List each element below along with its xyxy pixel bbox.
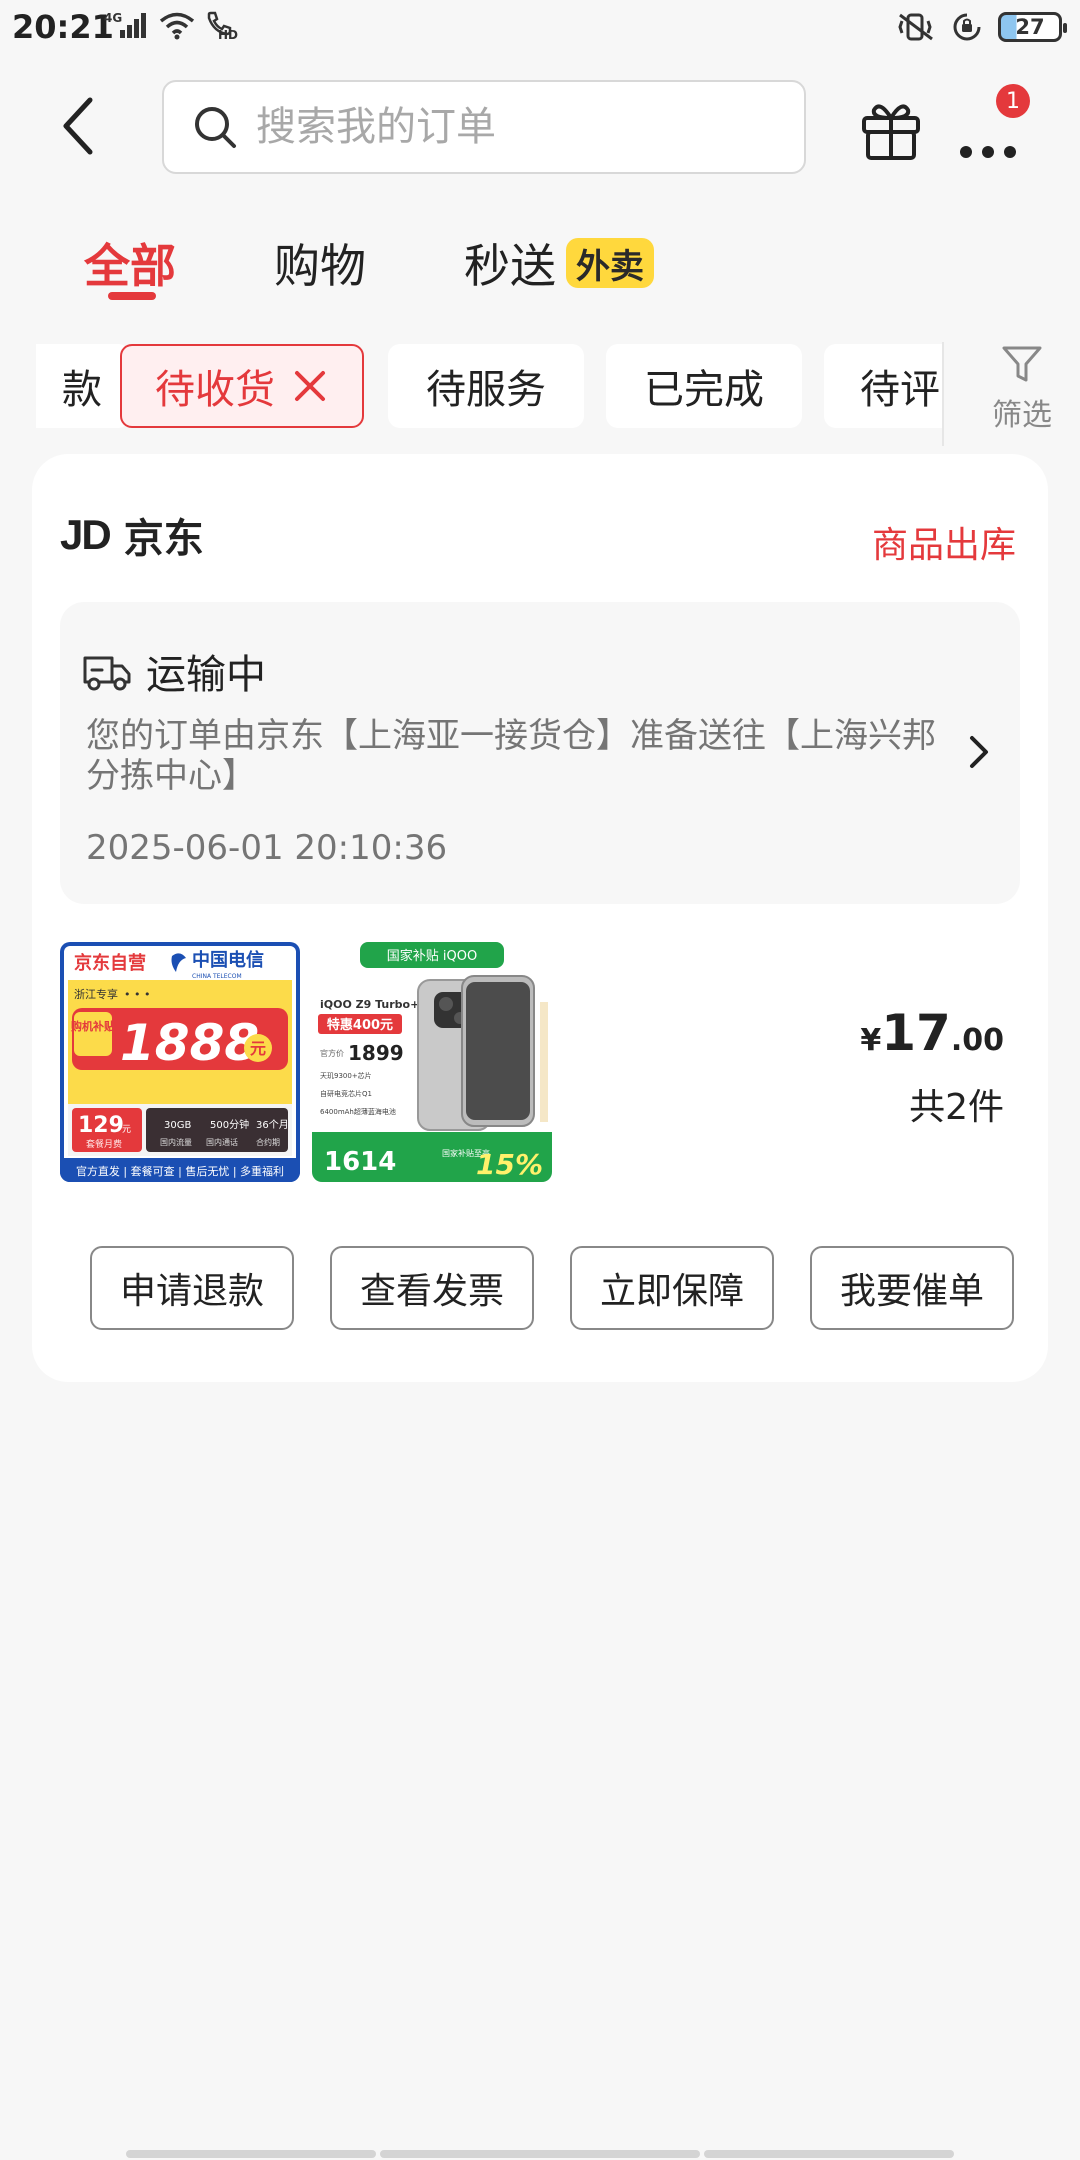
- brand-label: 京东自营: [74, 952, 146, 974]
- data-label: 30GB: [164, 1120, 191, 1131]
- top-bar: [0, 76, 1080, 176]
- filter-chip-label: 款: [62, 367, 102, 413]
- close-icon[interactable]: [291, 367, 329, 405]
- gift-icon: [862, 104, 920, 160]
- home-indicator: [126, 2150, 376, 2158]
- logistics-title: 运输中: [146, 652, 266, 698]
- battery-level: 27: [1015, 15, 1045, 39]
- wifi-icon: [159, 12, 195, 40]
- tab-express[interactable]: 秒送: [464, 230, 556, 296]
- iqoo-top-banner: 国家补贴 iQOO: [387, 948, 477, 964]
- urge-order-button[interactable]: 我要催单: [810, 1246, 1014, 1330]
- home-indicator: [704, 2150, 954, 2158]
- tab-shopping[interactable]: 购物: [274, 230, 366, 296]
- filter-chip-completed[interactable]: 已完成: [606, 344, 802, 428]
- order-card[interactable]: JD 京东 商品出库 运输中 您的订单由京东【上海亚一接货仓】准备送往【上海兴邦…: [32, 454, 1048, 1382]
- telecom-footer: 官方直发 | 套餐可查 | 售后无忧 | 多重福利: [76, 1164, 284, 1178]
- svg-text:• • •: • • •: [124, 988, 150, 1001]
- subsidy-label: 购机补贴: [71, 1019, 115, 1033]
- logistics-panel[interactable]: 运输中 您的订单由京东【上海亚一接货仓】准备送往【上海兴邦分拣中心】 2025-…: [60, 602, 1020, 904]
- data-note: 国内流量: [160, 1137, 192, 1147]
- store-name[interactable]: JD 京东: [60, 506, 204, 564]
- product-image-telecom[interactable]: 京东自营 中国电信 CHINA TELECOM 浙江专享 • • • 购机补贴 …: [60, 942, 300, 1182]
- contract-label: 36个月: [256, 1119, 289, 1131]
- subsidy-amount: 1888: [120, 1014, 259, 1072]
- search-box[interactable]: [162, 80, 806, 174]
- request-refund-button[interactable]: 申请退款: [90, 1246, 294, 1330]
- home-indicator: [380, 2150, 700, 2158]
- fee-note: 套餐月费: [86, 1138, 122, 1150]
- price-integer: 17: [881, 1004, 951, 1062]
- iqoo-spec-2: 自研电竞芯片Q1: [320, 1089, 372, 1098]
- carrier-name-en: CHINA TELECOM: [192, 973, 242, 980]
- telecom-product-graphic: 京东自营 中国电信 CHINA TELECOM 浙江专享 • • • 购机补贴 …: [60, 942, 300, 1182]
- network-type-label: 4G: [104, 11, 122, 25]
- rotation-lock-icon: [953, 13, 981, 41]
- iqoo-spec-1: 天玑9300+芯片: [320, 1071, 372, 1080]
- order-price: ¥ 17 .00: [860, 1004, 1004, 1062]
- region-label: 浙江专享: [74, 987, 118, 1001]
- notification-badge: 1: [996, 84, 1030, 118]
- back-button[interactable]: [52, 94, 112, 158]
- iqoo-original-price-label: 官方价: [320, 1048, 344, 1058]
- filter-chip-to-service[interactable]: 待服务: [388, 344, 584, 428]
- filter-chip-to-review[interactable]: 待评: [824, 344, 944, 428]
- search-icon: [195, 107, 236, 148]
- iqoo-spec-3: 6400mAh超薄蓝海电池: [320, 1107, 396, 1116]
- order-status: 商品出库: [871, 525, 1016, 566]
- filter-chip-to-receive[interactable]: 待收货: [120, 344, 364, 428]
- minutes-note: 国内通话: [206, 1137, 238, 1147]
- filter-funnel-icon: [1002, 346, 1042, 382]
- iqoo-final-price: 1614: [324, 1147, 396, 1177]
- monthly-fee-unit: 元: [122, 1125, 131, 1135]
- store-name-label: 京东: [123, 516, 204, 562]
- logistics-time: 2025-06-01 20:10:36: [86, 828, 448, 868]
- protection-button[interactable]: 立即保障: [570, 1246, 774, 1330]
- delivery-truck-icon: [83, 656, 131, 691]
- subsidy-unit: 元: [250, 1039, 266, 1058]
- filter-chip-label: 待服务: [426, 367, 546, 413]
- price-decimal: .00: [950, 1023, 1004, 1058]
- battery-icon: 27: [998, 12, 1067, 42]
- tab-all[interactable]: 全部: [84, 230, 176, 296]
- cellular-signal-icon: 4G: [104, 11, 146, 38]
- price-currency: ¥: [860, 1023, 882, 1058]
- filter-chip-label: 待收货: [155, 367, 275, 413]
- svg-text:HD: HD: [218, 28, 238, 40]
- hd-call-icon: HD: [207, 11, 238, 40]
- iqoo-product-graphic: 国家补贴 iQOO iQOO Z9 Turbo+ 特惠400元 官方价 1899…: [312, 942, 552, 1182]
- status-filter-strip: 款 待收货 待服务 已完成 待评: [36, 342, 944, 430]
- status-bar: 20:21 4G HD 27: [0, 0, 1080, 54]
- product-image-iqoo[interactable]: 国家补贴 iQOO iQOO Z9 Turbo+ 特惠400元 官方价 1899…: [312, 942, 552, 1182]
- jd-logo: JD: [60, 511, 112, 558]
- filter-button[interactable]: 筛选: [972, 342, 1072, 442]
- carrier-name: 中国电信: [192, 949, 264, 971]
- iqoo-original-price: 1899: [348, 1041, 404, 1065]
- monthly-fee: 129: [78, 1113, 124, 1138]
- minutes-label: 500分钟: [210, 1118, 249, 1131]
- view-invoice-button[interactable]: 查看发票: [330, 1246, 534, 1330]
- filter-divider: [942, 342, 944, 446]
- filter-chip-label: 已完成: [644, 367, 764, 413]
- filter-label: 筛选: [992, 398, 1052, 433]
- filter-chip-label: 待评: [860, 367, 940, 413]
- waimai-badge: 外卖: [566, 238, 654, 288]
- chevron-right-icon: [970, 736, 988, 768]
- iqoo-model: iQOO Z9 Turbo+: [320, 998, 419, 1011]
- vibrate-mute-icon: [898, 13, 933, 41]
- back-arrow-icon: [63, 97, 93, 155]
- contract-note: 合约期: [256, 1137, 280, 1147]
- item-count: 共2件: [909, 1087, 1004, 1128]
- main-tabs: 全部 购物 秒送 外卖: [0, 220, 1080, 300]
- iqoo-discount-tag: 特惠400元: [327, 1017, 393, 1033]
- status-right-icons: 27: [896, 10, 1067, 44]
- logistics-description: 您的订单由京东【上海亚一接货仓】准备送往【上海兴邦分拣中心】: [86, 716, 936, 796]
- gift-button[interactable]: [858, 96, 924, 162]
- iqoo-subsidy-percent: 15%: [476, 1148, 543, 1181]
- status-time: 20:21: [12, 8, 114, 46]
- active-tab-indicator: [108, 292, 156, 300]
- search-input[interactable]: [256, 104, 776, 150]
- status-left-icons: 4G HD: [104, 10, 240, 40]
- filter-chip-refund[interactable]: 款: [36, 344, 130, 428]
